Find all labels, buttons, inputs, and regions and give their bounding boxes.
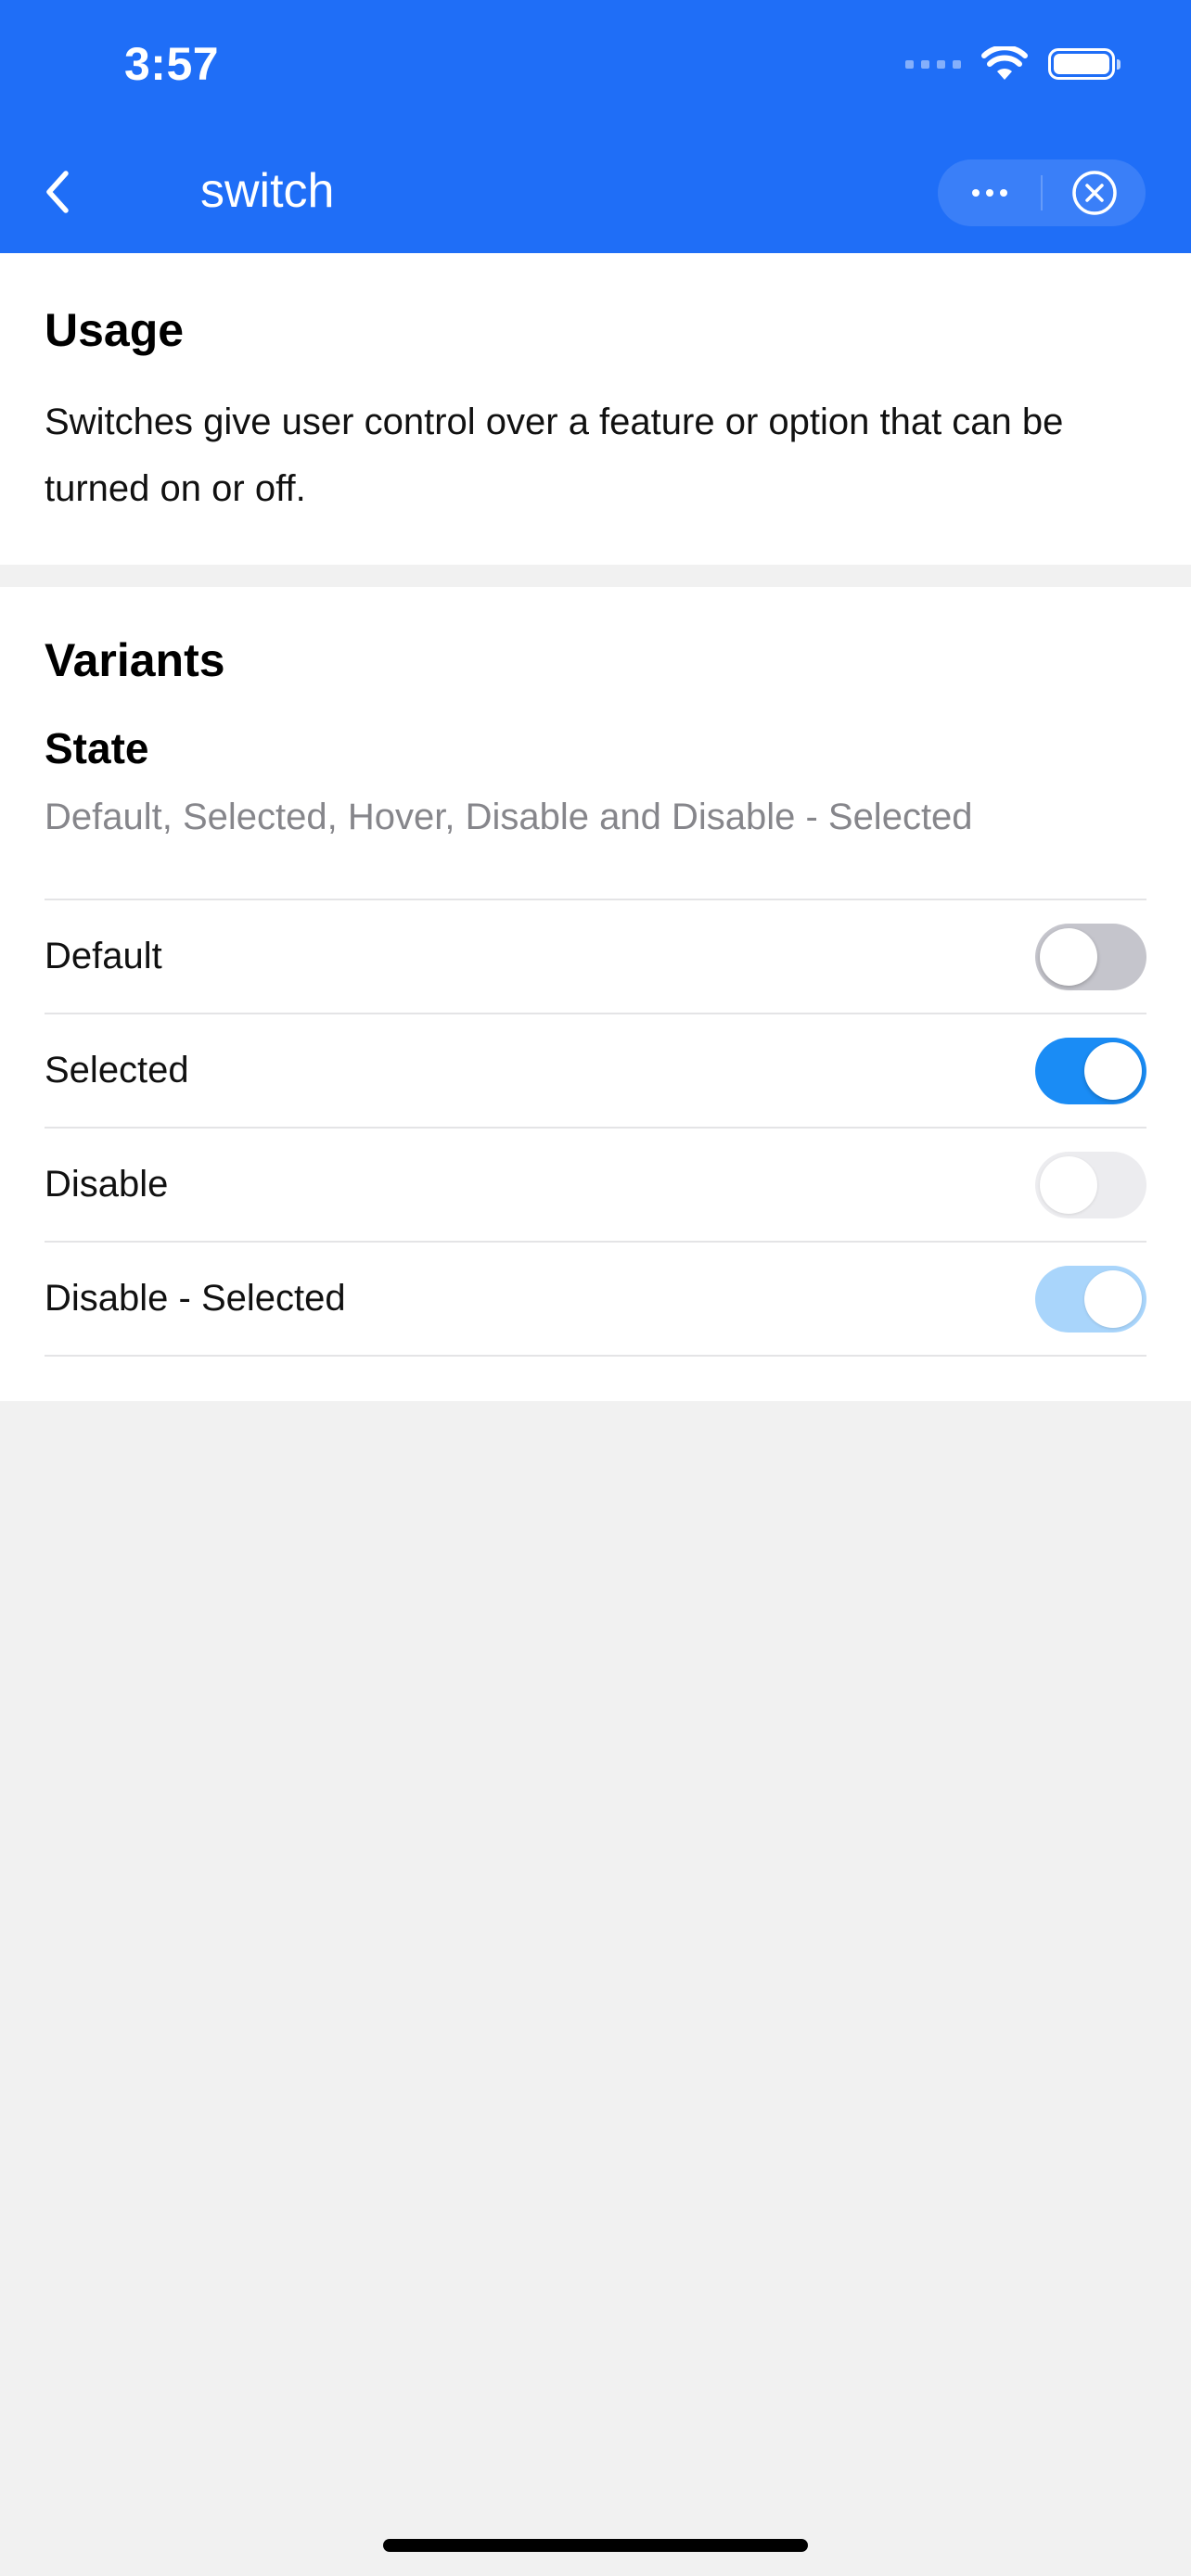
variants-section: Variants State Default, Selected, Hover,… <box>0 587 1191 1401</box>
switch-selected[interactable] <box>1035 1037 1146 1104</box>
switch-row-default: Default <box>45 900 1146 1014</box>
switch-demo-screen: 3:57 switch Usage Switches give user con… <box>0 0 1191 2576</box>
header: 3:57 switch <box>0 0 1191 253</box>
switch-disabled <box>1035 1151 1146 1218</box>
cellular-signal-icon <box>905 59 961 69</box>
switch-row-selected: Selected <box>45 1014 1146 1129</box>
chevron-left-icon <box>46 171 69 213</box>
switch-label: Default <box>45 936 162 976</box>
switch-knob <box>1040 927 1097 986</box>
usage-section: Usage Switches give user control over a … <box>0 253 1191 565</box>
status-time: 3:57 <box>124 38 220 90</box>
switch-label: Selected <box>45 1050 189 1090</box>
switch-knob <box>1084 1041 1142 1100</box>
usage-title: Usage <box>45 304 185 356</box>
page-title: switch <box>200 164 335 218</box>
switch-list: Default Selected Disable Disable - Selec… <box>45 899 1146 1357</box>
more-button[interactable] <box>938 159 1041 226</box>
state-title: State <box>45 724 149 772</box>
status-icons <box>905 46 1121 82</box>
usage-description: Switches give user control over a featur… <box>45 402 1064 509</box>
switch-label: Disable <box>45 1164 169 1205</box>
back-button[interactable] <box>32 159 83 224</box>
switch-row-disable-selected: Disable - Selected <box>45 1243 1146 1357</box>
switch-disabled-selected <box>1035 1265 1146 1333</box>
home-indicator[interactable] <box>383 2539 808 2552</box>
close-circle-icon <box>1071 171 1117 215</box>
switch-knob <box>1040 1155 1097 1214</box>
wifi-icon <box>981 46 1028 80</box>
battery-icon <box>1048 48 1121 80</box>
switch-label: Disable - Selected <box>45 1278 346 1319</box>
switch-row-disable: Disable <box>45 1129 1146 1243</box>
more-dots-icon <box>971 189 1007 197</box>
switch-knob <box>1084 1269 1142 1328</box>
close-button[interactable] <box>1043 159 1146 226</box>
mini-program-capsule <box>938 159 1146 226</box>
variants-title: Variants <box>45 634 225 686</box>
state-description: Default, Selected, Hover, Disable and Di… <box>45 797 973 837</box>
switch-default[interactable] <box>1035 923 1146 990</box>
